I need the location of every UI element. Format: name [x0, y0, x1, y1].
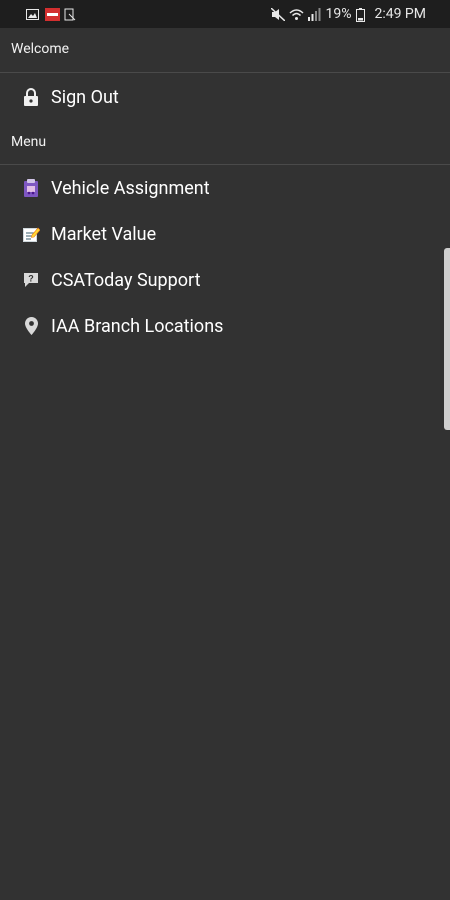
notification-flag-icon	[45, 7, 60, 21]
menu-item-label: Vehicle Assignment	[51, 177, 210, 199]
wifi-icon	[289, 8, 304, 21]
menu-item-label: Market Value	[51, 223, 157, 245]
menu-item-iaa-branch-locations[interactable]: IAA Branch Locations	[0, 303, 440, 349]
menu-item-market-value[interactable]: Market Value	[0, 211, 440, 257]
sign-out-item[interactable]: Sign Out	[0, 74, 440, 120]
menu-item-csatoday-support[interactable]: ? CSAToday Support	[0, 257, 440, 303]
mute-icon	[270, 6, 286, 22]
battery-percent: 19%	[325, 6, 352, 22]
menu-item-vehicle-assignment[interactable]: Vehicle Assignment	[0, 165, 440, 211]
status-bar-left	[0, 7, 77, 21]
section-header-menu: Menu	[11, 134, 47, 150]
vehicle-assignment-icon	[22, 179, 40, 197]
clock: 2:49 PM	[374, 6, 426, 22]
svg-text:?: ?	[28, 274, 34, 284]
lock-icon	[22, 88, 40, 106]
status-bar-right: 19% 2:49 PM	[270, 6, 450, 22]
support-chat-icon: ?	[22, 271, 40, 289]
sign-out-label: Sign Out	[51, 86, 119, 108]
menu-item-label: CSAToday Support	[51, 269, 201, 291]
gallery-icon	[26, 8, 39, 21]
location-pin-icon	[22, 317, 40, 335]
scrollbar[interactable]	[444, 248, 450, 430]
market-value-icon	[22, 225, 40, 243]
section-header-welcome: Welcome	[11, 41, 70, 57]
menu-item-label: IAA Branch Locations	[51, 315, 224, 337]
app-icon	[64, 8, 77, 21]
signal-icon	[307, 7, 321, 21]
battery-icon	[356, 7, 369, 22]
status-bar: 19% 2:49 PM	[0, 0, 450, 28]
divider	[0, 72, 450, 73]
